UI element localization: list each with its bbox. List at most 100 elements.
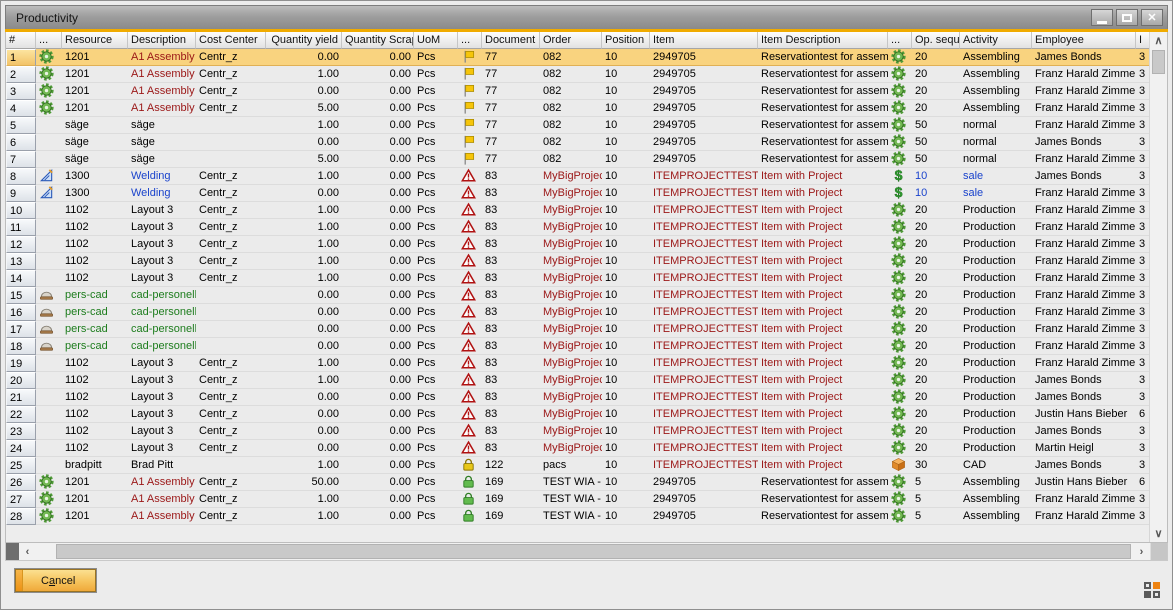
cell-num[interactable]: 23 — [6, 423, 36, 440]
cell-op[interactable]: 20 — [912, 440, 960, 457]
cell-cc[interactable] — [196, 287, 266, 304]
cell-act[interactable]: Production — [960, 389, 1032, 406]
cell-uom[interactable]: Pcs — [414, 355, 458, 372]
cell-doc[interactable]: 83 — [482, 321, 540, 338]
cell-ri[interactable] — [36, 117, 62, 134]
cell-di[interactable] — [458, 355, 482, 372]
cell-idesc[interactable]: Reservationtest for assempty — [758, 66, 888, 83]
cell-oi[interactable] — [888, 338, 912, 355]
table-row[interactable]: 21201A1 AssemblyCentr_z1.000.00Pcs770821… — [6, 66, 1149, 83]
cell-ri[interactable] — [36, 236, 62, 253]
cell-pos[interactable]: 10 — [602, 168, 650, 185]
cell-di[interactable] — [458, 253, 482, 270]
cell-desc[interactable]: cad-personell — [128, 321, 196, 338]
cell-oi[interactable] — [888, 117, 912, 134]
cell-ri[interactable] — [36, 202, 62, 219]
column-header-desc[interactable]: Description — [128, 32, 196, 49]
cell-qy[interactable]: 5.00 — [266, 100, 342, 117]
cell-frag[interactable]: 6 — [1136, 474, 1149, 491]
cell-cc[interactable]: Centr_z — [196, 491, 266, 508]
cell-qy[interactable]: 5.00 — [266, 151, 342, 168]
cell-ri[interactable] — [36, 287, 62, 304]
cell-oi[interactable] — [888, 66, 912, 83]
cell-frag[interactable]: 3 — [1136, 508, 1149, 525]
minimize-button[interactable] — [1091, 9, 1113, 26]
cell-oi[interactable] — [888, 406, 912, 423]
table-row[interactable]: 121102Layout 3Centr_z1.000.00Pcs83MyBigP… — [6, 236, 1149, 253]
cell-ord[interactable]: MyBigProject — [540, 304, 602, 321]
cell-emp[interactable]: Franz Harald Zimmerma — [1032, 253, 1136, 270]
cell-doc[interactable]: 83 — [482, 304, 540, 321]
cell-cc[interactable]: Centr_z — [196, 474, 266, 491]
cell-emp[interactable]: Franz Harald Zimmerma — [1032, 83, 1136, 100]
cell-qs[interactable]: 0.00 — [342, 304, 414, 321]
cell-uom[interactable]: Pcs — [414, 372, 458, 389]
cell-num[interactable]: 15 — [6, 287, 36, 304]
cell-idesc[interactable]: Reservationtest for assempty — [758, 117, 888, 134]
cell-qy[interactable]: 1.00 — [266, 253, 342, 270]
cell-act[interactable]: Production — [960, 236, 1032, 253]
cell-ri[interactable] — [36, 185, 62, 202]
cell-item[interactable]: ITEMPROJECTTEST — [650, 406, 758, 423]
vertical-scrollbar-thumb[interactable] — [1152, 50, 1165, 74]
cell-frag[interactable]: 3 — [1136, 253, 1149, 270]
cell-pos[interactable]: 10 — [602, 117, 650, 134]
cell-res[interactable]: säge — [62, 134, 128, 151]
cell-res[interactable]: 1201 — [62, 66, 128, 83]
cell-desc[interactable]: säge — [128, 151, 196, 168]
cell-qy[interactable]: 0.00 — [266, 304, 342, 321]
cell-num[interactable]: 10 — [6, 202, 36, 219]
cell-cc[interactable] — [196, 457, 266, 474]
cell-di[interactable] — [458, 100, 482, 117]
cell-pos[interactable]: 10 — [602, 100, 650, 117]
cell-uom[interactable]: Pcs — [414, 66, 458, 83]
cell-qs[interactable]: 0.00 — [342, 474, 414, 491]
cell-cc[interactable]: Centr_z — [196, 508, 266, 525]
cell-doc[interactable]: 83 — [482, 219, 540, 236]
cell-emp[interactable]: James Bonds — [1032, 457, 1136, 474]
cell-cc[interactable] — [196, 134, 266, 151]
cell-cc[interactable]: Centr_z — [196, 168, 266, 185]
cell-op[interactable]: 20 — [912, 406, 960, 423]
cell-cc[interactable]: Centr_z — [196, 236, 266, 253]
cell-op[interactable]: 20 — [912, 270, 960, 287]
cell-desc[interactable]: Layout 3 — [128, 202, 196, 219]
cell-cc[interactable]: Centr_z — [196, 202, 266, 219]
cell-qy[interactable]: 1.00 — [266, 66, 342, 83]
cell-op[interactable]: 5 — [912, 474, 960, 491]
cell-cc[interactable]: Centr_z — [196, 440, 266, 457]
table-row[interactable]: 261201A1 AssemblyCentr_z50.000.00Pcs169T… — [6, 474, 1149, 491]
cell-desc[interactable]: A1 Assembly — [128, 83, 196, 100]
cell-num[interactable]: 13 — [6, 253, 36, 270]
cell-frag[interactable]: 3 — [1136, 287, 1149, 304]
cell-uom[interactable]: Pcs — [414, 338, 458, 355]
cell-qy[interactable]: 0.00 — [266, 440, 342, 457]
cell-ord[interactable]: MyBigProject — [540, 389, 602, 406]
cell-op[interactable]: 20 — [912, 219, 960, 236]
cell-oi[interactable] — [888, 287, 912, 304]
horizontal-scrollbar-thumb[interactable] — [56, 544, 1131, 559]
cell-emp[interactable]: Franz Harald Zimmerma — [1032, 151, 1136, 168]
cell-res[interactable]: 1102 — [62, 270, 128, 287]
close-button[interactable]: ✕ — [1141, 9, 1163, 26]
cell-di[interactable] — [458, 423, 482, 440]
cell-qy[interactable]: 0.00 — [266, 49, 342, 66]
cell-doc[interactable]: 122 — [482, 457, 540, 474]
cell-doc[interactable]: 83 — [482, 185, 540, 202]
cell-idesc[interactable]: Item with Project — [758, 168, 888, 185]
cell-di[interactable] — [458, 83, 482, 100]
column-header-pos[interactable]: Position — [602, 32, 650, 49]
cell-uom[interactable]: Pcs — [414, 491, 458, 508]
cell-op[interactable]: 20 — [912, 202, 960, 219]
cell-qs[interactable]: 0.00 — [342, 151, 414, 168]
cell-idesc[interactable]: Reservationtest for assempty — [758, 491, 888, 508]
cell-uom[interactable]: Pcs — [414, 253, 458, 270]
cell-qs[interactable]: 0.00 — [342, 338, 414, 355]
cell-pos[interactable]: 10 — [602, 270, 650, 287]
cell-res[interactable]: 1201 — [62, 491, 128, 508]
cell-op[interactable]: 20 — [912, 236, 960, 253]
cell-doc[interactable]: 77 — [482, 83, 540, 100]
cell-di[interactable] — [458, 304, 482, 321]
cell-oi[interactable] — [888, 236, 912, 253]
cell-pos[interactable]: 10 — [602, 372, 650, 389]
